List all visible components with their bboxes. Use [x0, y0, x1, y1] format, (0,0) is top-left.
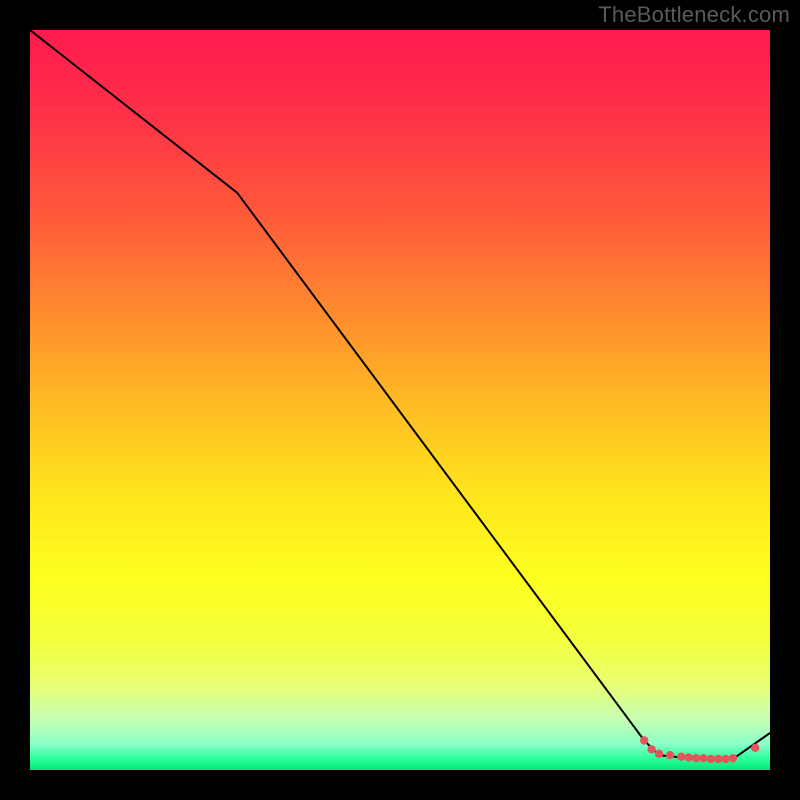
watermark-text: TheBottleneck.com	[598, 2, 790, 28]
chart-svg	[30, 30, 770, 770]
data-marker	[684, 753, 692, 761]
plot-area	[30, 30, 770, 770]
data-marker	[729, 754, 737, 762]
chart-frame: TheBottleneck.com	[0, 0, 800, 800]
data-marker	[751, 744, 759, 752]
data-marker	[721, 755, 729, 763]
data-marker	[655, 750, 663, 758]
data-marker	[666, 751, 674, 759]
data-marker	[677, 752, 685, 760]
data-marker	[647, 745, 655, 753]
gradient-background	[30, 30, 770, 770]
data-marker	[714, 755, 722, 763]
data-marker	[707, 755, 715, 763]
data-marker	[692, 754, 700, 762]
data-marker	[640, 736, 648, 744]
data-marker	[699, 754, 707, 762]
